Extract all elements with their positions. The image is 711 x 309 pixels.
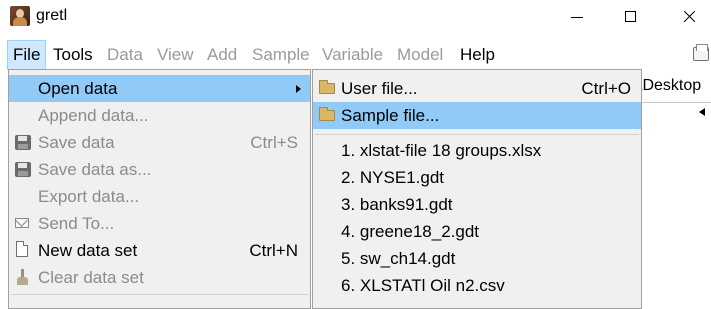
floppy-icon bbox=[15, 135, 31, 150]
menu-item-shortcut: Ctrl+N bbox=[249, 241, 298, 260]
recent-file-label: 1. xlstat-file 18 groups.xlsx bbox=[341, 141, 542, 160]
maximize-icon[interactable] bbox=[611, 4, 651, 30]
menu-item-open-data[interactable]: Open data bbox=[9, 75, 310, 102]
window-title: gretl bbox=[36, 7, 68, 24]
open-data-submenu: User file... Ctrl+O Sample file... 1. xl… bbox=[312, 69, 642, 309]
menu-item-label: Clear data set bbox=[38, 268, 144, 287]
recent-file-label: 5. sw_ch14.gdt bbox=[341, 249, 456, 268]
scroll-left-arrow[interactable] bbox=[638, 102, 711, 123]
menu-help[interactable]: Help bbox=[455, 40, 500, 70]
recent-file-label: 6. XLSTATl Oil n2.csv bbox=[341, 276, 505, 295]
menu-item-shortcut: Ctrl+O bbox=[581, 79, 631, 98]
menu-item-clear-data-set[interactable]: Clear data set bbox=[9, 264, 310, 291]
menu-item-label: Sample file... bbox=[341, 106, 440, 125]
folder-icon bbox=[319, 80, 335, 94]
menu-item-append-data[interactable]: Append data... bbox=[9, 102, 310, 129]
working-directory-path: \Desktop bbox=[638, 77, 702, 94]
recent-file-item[interactable]: 2. NYSE1.gdt bbox=[313, 164, 641, 191]
menu-item-label: New data set bbox=[38, 241, 138, 260]
recent-file-item[interactable]: 3. banks91.gdt bbox=[313, 191, 641, 218]
menu-sample[interactable]: Sample bbox=[247, 40, 315, 70]
recent-file-label: 4. greene18_2.gdt bbox=[341, 222, 480, 241]
menu-item-shortcut: Ctrl+S bbox=[250, 133, 298, 152]
menu-item-export-data[interactable]: Export data... bbox=[9, 183, 310, 210]
menu-item-user-file[interactable]: User file... Ctrl+O bbox=[313, 75, 641, 102]
submenu-arrow-icon bbox=[296, 85, 301, 93]
menu-item-save-data-as[interactable]: Save data as... bbox=[9, 156, 310, 183]
menu-item-label: Save data as... bbox=[38, 160, 152, 179]
menu-file[interactable]: File bbox=[7, 40, 47, 70]
minimize-icon[interactable] bbox=[557, 4, 597, 30]
menu-add[interactable]: Add bbox=[202, 40, 242, 70]
envelope-icon bbox=[15, 218, 29, 228]
recent-file-item[interactable]: 1. xlstat-file 18 groups.xlsx bbox=[313, 137, 641, 164]
menu-item-label: Save data bbox=[38, 133, 115, 152]
recent-file-item[interactable]: 6. XLSTATl Oil n2.csv bbox=[313, 272, 641, 299]
recent-file-label: 2. NYSE1.gdt bbox=[341, 168, 445, 187]
recent-file-label: 3. banks91.gdt bbox=[341, 195, 453, 214]
menu-variable[interactable]: Variable bbox=[317, 40, 388, 70]
recent-file-item[interactable]: 5. sw_ch14.gdt bbox=[313, 245, 641, 272]
menu-tools[interactable]: Tools bbox=[48, 40, 98, 70]
file-menu: Open data Append data... Save data Ctrl+… bbox=[8, 69, 311, 309]
menu-item-label: Export data... bbox=[38, 187, 140, 206]
menu-bar: File Tools Data View Add Sample Variable… bbox=[0, 40, 711, 70]
close-icon[interactable] bbox=[669, 4, 709, 30]
floppy-icon bbox=[15, 162, 31, 177]
menu-item-save-data[interactable]: Save data Ctrl+S bbox=[9, 129, 310, 156]
menu-separator bbox=[315, 134, 639, 135]
copy-window-icon[interactable] bbox=[693, 44, 709, 61]
menu-data[interactable]: Data bbox=[102, 40, 148, 70]
broom-icon bbox=[16, 269, 30, 285]
menu-item-label: User file... bbox=[341, 79, 418, 98]
menu-item-label: Open data bbox=[38, 79, 118, 98]
menu-item-sample-file[interactable]: Sample file... bbox=[313, 102, 641, 129]
new-page-icon bbox=[16, 241, 28, 257]
menu-view[interactable]: View bbox=[152, 40, 199, 70]
recent-file-item[interactable]: 4. greene18_2.gdt bbox=[313, 218, 641, 245]
gretl-app-icon[interactable] bbox=[10, 6, 30, 26]
menu-item-send-to[interactable]: Send To... bbox=[9, 210, 310, 237]
folder-icon bbox=[319, 107, 335, 121]
menu-item-label: Send To... bbox=[38, 214, 115, 233]
title-bar: gretl bbox=[0, 0, 711, 36]
menu-model[interactable]: Model bbox=[392, 40, 448, 70]
menu-item-label: Append data... bbox=[38, 106, 149, 125]
menu-item-new-data-set[interactable]: New data set Ctrl+N bbox=[9, 237, 310, 264]
menu-separator bbox=[11, 294, 308, 295]
